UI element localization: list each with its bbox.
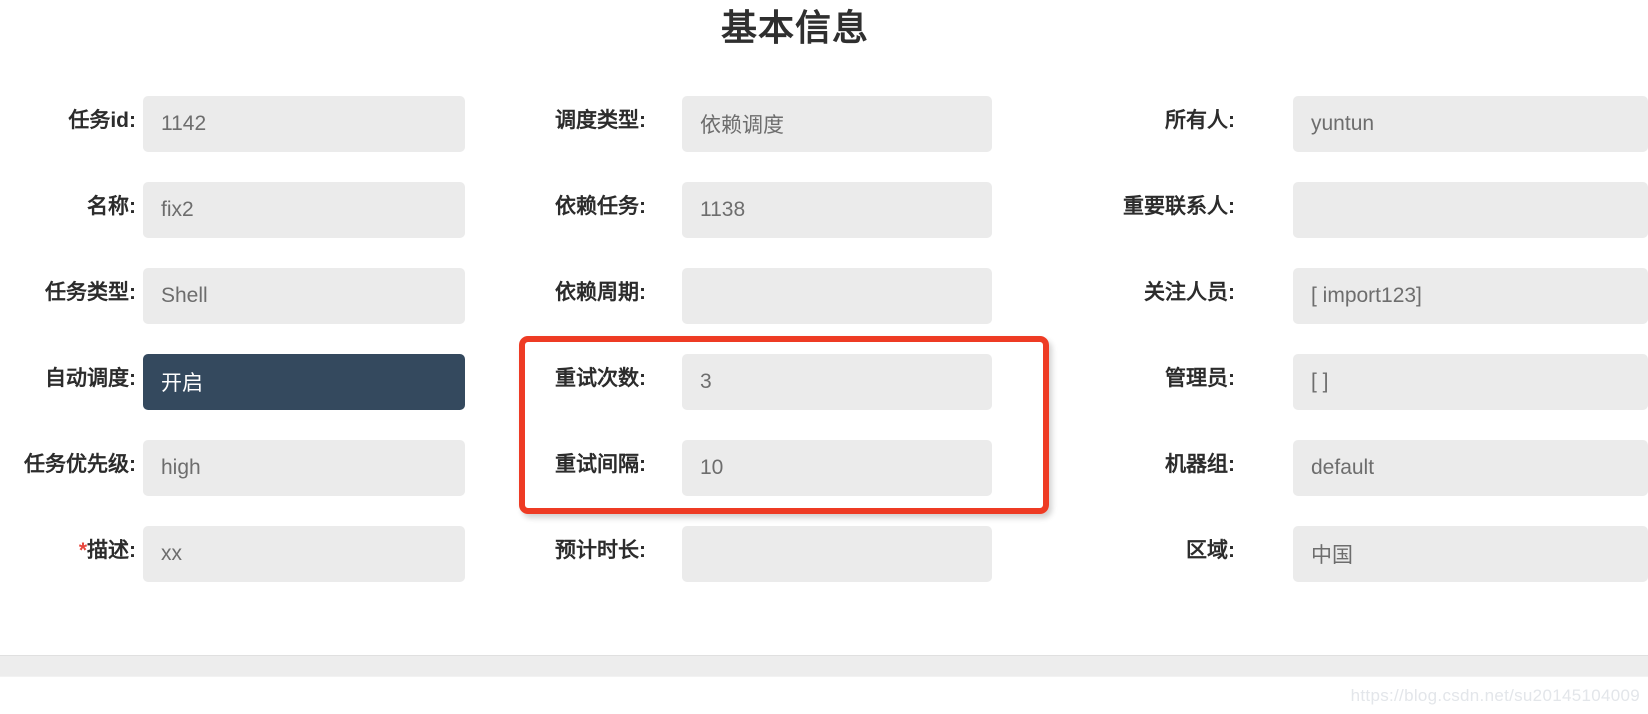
field-label-text: 调度类型: [555, 109, 646, 132]
form-row: 依赖周期: [490, 260, 1015, 346]
field-label-text: 重要联系人: [1123, 195, 1235, 218]
form-column-middle: 调度类型: 依赖调度依赖任务: 1138 依赖周期: 重试次数: 3 重试间隔: 10 预计时长… [490, 88, 1015, 604]
field-label: 重试次数: [490, 346, 646, 394]
field-label-text: 关注人员: [1144, 281, 1235, 304]
field-label-text: 自动调度: [45, 367, 136, 390]
field-label-text: 预计时长: [555, 539, 646, 562]
readonly-field[interactable]: [ ] [1293, 354, 1648, 410]
form-row: 自动调度: 开启 [0, 346, 465, 432]
page-title: 基本信息 [720, 7, 869, 48]
field-label-text: 依赖周期: [555, 281, 646, 304]
form-row: 任务id: 1142 [0, 88, 465, 174]
field-label-text: 机器组: [1165, 453, 1235, 476]
basic-info-page: 基本信息 任务id: 1142 名称: fix2 任务类型: Shell 自动调度: 开启 任务… [0, 0, 1648, 714]
form-row: 重试间隔: 10 [490, 432, 1015, 518]
required-asterisk: * [78, 539, 87, 562]
readonly-field[interactable]: yuntun [1293, 96, 1648, 152]
field-label: 重试间隔: [490, 432, 646, 480]
readonly-field[interactable]: Shell [143, 268, 465, 324]
readonly-field[interactable] [682, 526, 992, 582]
field-label-text: 所有人: [1165, 109, 1235, 132]
field-label: 任务优先级: [0, 432, 136, 480]
readonly-field[interactable] [682, 268, 992, 324]
field-value: 10 [700, 456, 724, 479]
field-label: 区域: [1093, 518, 1235, 566]
form-row: 任务类型: Shell [0, 260, 465, 346]
readonly-field[interactable]: 中国 [1293, 526, 1648, 582]
field-value: 1142 [161, 112, 207, 135]
readonly-field[interactable]: 依赖调度 [682, 96, 992, 152]
readonly-field[interactable] [1293, 182, 1648, 238]
watermark-text: https://blog.csdn.net/su20145104009 [1350, 686, 1640, 705]
field-label-text: 区域: [1186, 539, 1235, 562]
field-label-text: 任务id: [68, 109, 136, 132]
form-row: 管理员: [ ] [1093, 346, 1648, 432]
form-row: 关注人员: [ import123] [1093, 260, 1648, 346]
field-label-text: 名称: [87, 195, 136, 218]
readonly-field[interactable]: 1142 [143, 96, 465, 152]
form-row: 名称: fix2 [0, 174, 465, 260]
field-value: [ import123] [1311, 284, 1422, 307]
readonly-field[interactable]: 10 [682, 440, 992, 496]
form-row: 预计时长: [490, 518, 1015, 604]
field-label-text: 依赖任务: [555, 195, 646, 218]
field-label: 所有人: [1093, 88, 1235, 136]
field-label-text: 任务类型: [45, 281, 136, 304]
field-label-text: 重试间隔: [555, 453, 646, 476]
form-column-left: 任务id: 1142 名称: fix2 任务类型: Shell 自动调度: 开启任务优先级: h… [0, 88, 465, 604]
readonly-field[interactable]: 1138 [682, 182, 992, 238]
field-label: 重要联系人: [1093, 174, 1235, 222]
field-value: 中国 [1311, 544, 1353, 567]
form-row: 所有人: yuntun [1093, 88, 1648, 174]
field-label: *描述: [0, 518, 136, 566]
field-value: default [1311, 456, 1375, 479]
form-row: *描述: xx [0, 518, 465, 604]
readonly-field[interactable]: xx [143, 526, 465, 582]
field-label: 管理员: [1093, 346, 1235, 394]
field-label: 名称: [0, 174, 136, 222]
field-label-text: 管理员: [1165, 367, 1235, 390]
form-row: 机器组: default [1093, 432, 1648, 518]
readonly-field[interactable]: fix2 [143, 182, 465, 238]
field-value: yuntun [1311, 112, 1375, 135]
bottom-divider-bar [0, 655, 1648, 677]
field-value: high [161, 456, 201, 479]
field-label: 机器组: [1093, 432, 1235, 480]
form-row: 任务优先级: high [0, 432, 465, 518]
readonly-field[interactable]: 3 [682, 354, 992, 410]
field-label: 自动调度: [0, 346, 136, 394]
field-value: 开启 [161, 372, 203, 395]
form-row: 调度类型: 依赖调度 [490, 88, 1015, 174]
form-row: 重要联系人: [1093, 174, 1648, 260]
field-label-text: 任务优先级: [24, 453, 136, 476]
field-label: 调度类型: [490, 88, 646, 136]
readonly-field[interactable]: high [143, 440, 465, 496]
field-value: 依赖调度 [700, 114, 784, 137]
form-row: 依赖任务: 1138 [490, 174, 1015, 260]
field-value: xx [161, 542, 182, 565]
field-value: 1138 [700, 198, 746, 221]
field-value: fix2 [161, 198, 194, 221]
field-label: 依赖任务: [490, 174, 646, 222]
field-label: 任务类型: [0, 260, 136, 308]
field-label: 预计时长: [490, 518, 646, 566]
field-label: 依赖周期: [490, 260, 646, 308]
field-label: 关注人员: [1093, 260, 1235, 308]
form-row: 区域: 中国 [1093, 518, 1648, 604]
readonly-field[interactable]: [ import123] [1293, 268, 1648, 324]
field-label: 任务id: [0, 88, 136, 136]
field-value: [ ] [1311, 370, 1329, 393]
toggle-field[interactable]: 开启 [143, 354, 465, 410]
form-column-right: 所有人: yuntun 重要联系人: 关注人员: [ import123] 管理员: [ ]… [1093, 88, 1648, 604]
field-value: 3 [700, 370, 712, 393]
field-label-text: 重试次数: [555, 367, 646, 390]
field-label-text: 描述: [87, 539, 136, 562]
readonly-field[interactable]: default [1293, 440, 1648, 496]
field-value: Shell [161, 284, 208, 307]
form-row: 重试次数: 3 [490, 346, 1015, 432]
